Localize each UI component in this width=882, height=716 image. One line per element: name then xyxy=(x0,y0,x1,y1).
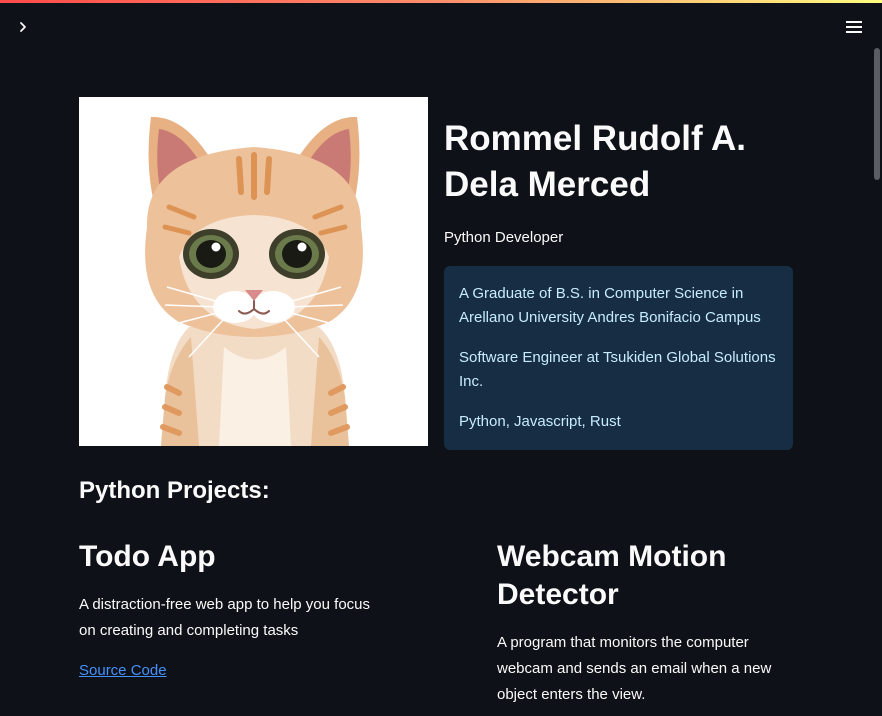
kitten-illustration xyxy=(145,116,363,446)
projects-section-heading: Python Projects: xyxy=(79,477,270,504)
profile-name: Rommel Rudolf A. Dela Merced xyxy=(444,119,747,204)
hamburger-menu-icon xyxy=(846,21,862,33)
info-skills: Python, Javascript, Rust xyxy=(459,413,621,430)
source-code-link-todo-app[interactable]: Source Code xyxy=(79,660,167,682)
info-education: A Graduate of B.S. in Computer Science i… xyxy=(459,285,761,326)
project-title-todo-app: Todo App xyxy=(79,540,216,573)
info-employment: Software Engineer at Tsukiden Global Sol… xyxy=(459,349,776,390)
project-description-webcam-motion-detector: A program that monitors the computer web… xyxy=(497,634,772,703)
scrollbar-thumb[interactable] xyxy=(874,48,880,180)
profile-role: Python Developer xyxy=(444,229,564,246)
project-description-todo-app: A distraction-free web app to help you f… xyxy=(79,596,371,639)
top-decoration-bar xyxy=(0,0,882,3)
project-title-webcam-motion-detector: Webcam Motion Detector xyxy=(497,540,727,611)
profile-photo xyxy=(79,97,428,446)
chevron-right-icon xyxy=(20,22,26,32)
main-menu-button[interactable] xyxy=(840,14,868,40)
sidebar-toggle-button[interactable] xyxy=(10,14,36,40)
app-root: Rommel Rudolf A. Dela Merced Python Deve… xyxy=(0,0,882,716)
profile-info-box: A Graduate of B.S. in Computer Science i… xyxy=(444,266,793,450)
